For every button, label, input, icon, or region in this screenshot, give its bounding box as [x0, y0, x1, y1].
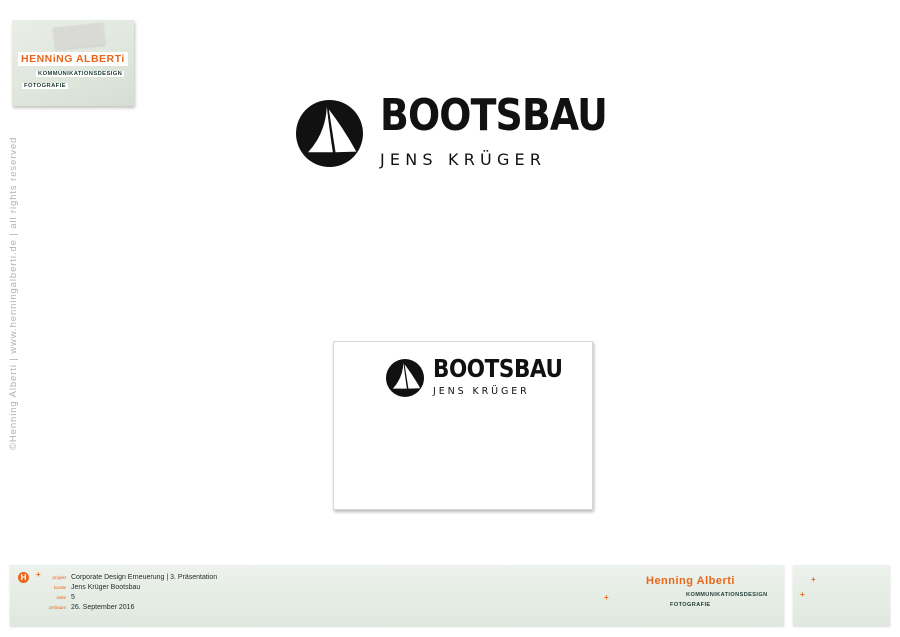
pinned-note: HENNiNG ALBERTi KOMMUNIKATIONSDESIGN FOT… — [12, 20, 134, 106]
sailboat-circle-icon — [296, 100, 363, 167]
subline: JENS KRÜGER — [380, 150, 547, 169]
plus-icon: + — [811, 575, 816, 584]
info-row: seite 5 — [30, 593, 290, 603]
footer-brand-design: KOMMUNIKATIONSDESIGN — [686, 592, 768, 598]
business-card: BOOTSBAU JENS KRÜGER — [333, 341, 593, 510]
info-row: projekt Corporate Design Erneuerung | 3.… — [30, 573, 290, 583]
info-key: projekt — [52, 575, 66, 581]
subline-small: JENS KRÜGER — [433, 386, 530, 397]
info-key: zeitraum — [48, 604, 66, 610]
sailboat-circle-icon — [386, 359, 424, 397]
note-line-design: KOMMUNIKATIONSDESIGN — [36, 71, 125, 77]
note-brand-name: HENNiNG ALBERTi — [18, 52, 128, 66]
footer-strip-side: + + — [793, 565, 890, 626]
footer-brand-photo: FOTOGRAFIE — [670, 602, 711, 608]
info-key: kunde — [53, 585, 66, 591]
info-value: Corporate Design Erneuerung | 3. Präsent… — [71, 574, 218, 582]
plus-icon: + — [604, 593, 609, 602]
wordmark-small: BOOTSBAU — [433, 354, 563, 383]
copyright-vertical: ©Henning Alberti | www.henningalberti.de… — [8, 136, 19, 450]
info-row: zeitraum 26. September 2016 — [30, 602, 290, 612]
wordmark: BOOTSBAU — [380, 90, 608, 141]
plus-icon: + — [800, 590, 805, 599]
note-line-photo: FOTOGRAFIE — [22, 83, 68, 89]
info-value: 26. September 2016 — [71, 603, 135, 611]
logo-small: BOOTSBAU JENS KRÜGER — [386, 354, 576, 401]
logo-large: BOOTSBAU JENS KRÜGER — [296, 94, 626, 170]
project-info: projekt Corporate Design Erneuerung | 3.… — [30, 573, 290, 612]
info-value: 5 — [71, 593, 75, 601]
h-logo-icon: H — [18, 572, 29, 583]
tape — [52, 22, 106, 50]
info-value: Jens Krüger Bootsbau — [71, 584, 141, 592]
info-key: seite — [56, 594, 66, 600]
info-row: kunde Jens Krüger Bootsbau — [30, 583, 290, 593]
footer-strip: H + projekt Corporate Design Erneuerung … — [10, 565, 784, 626]
footer-brand-name: Henning Alberti — [646, 575, 735, 587]
